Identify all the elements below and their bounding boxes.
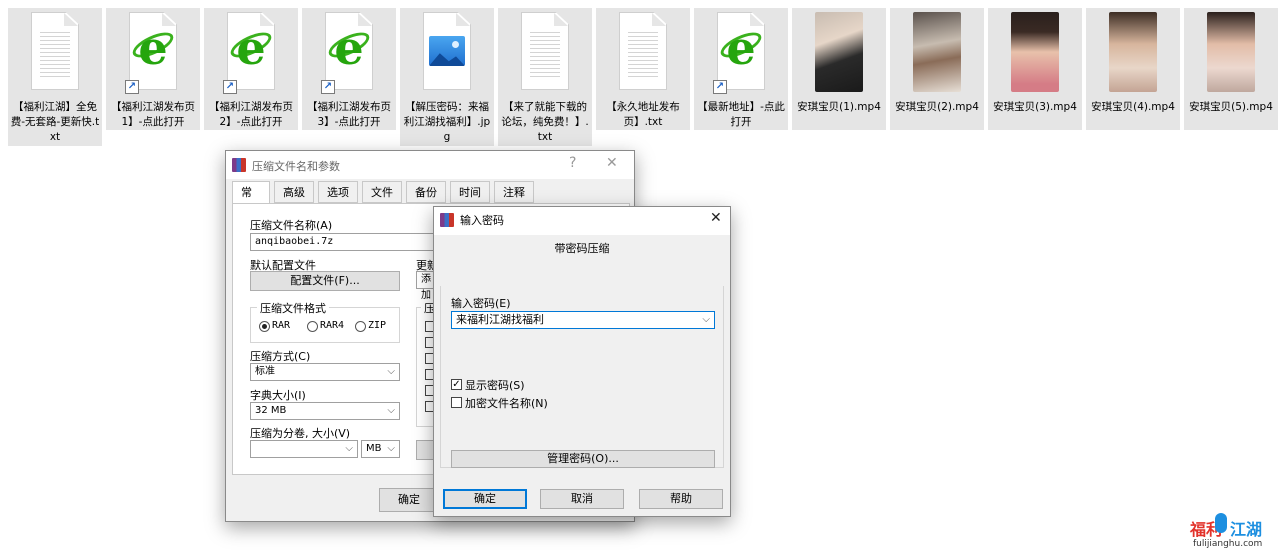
file-item[interactable]: 【永久地址发布页】.txt bbox=[596, 8, 690, 130]
tab-comment[interactable]: 注释 bbox=[494, 181, 534, 203]
ie-shortcut-icon: e ↗ bbox=[321, 12, 373, 94]
file-item[interactable]: 安琪宝贝(4).mp4 bbox=[1086, 8, 1180, 130]
file-item[interactable]: 安琪宝贝(3).mp4 bbox=[988, 8, 1082, 130]
method-value: 标准 bbox=[255, 366, 275, 377]
archive-name-field[interactable]: anqibaobei.7z bbox=[250, 233, 450, 251]
radio-rar4[interactable] bbox=[307, 321, 318, 332]
ie-shortcut-icon: e ↗ bbox=[223, 12, 275, 94]
ok-button[interactable]: 确定 bbox=[443, 489, 527, 509]
profiles-button[interactable]: 配置文件(F)... bbox=[250, 271, 400, 291]
cancel-button[interactable]: 取消 bbox=[540, 489, 624, 509]
split-unit-value: MB bbox=[366, 443, 382, 454]
file-item[interactable]: e ↗ 【福利江湖发布页3】-点此打开 bbox=[302, 8, 396, 130]
video-thumbnail bbox=[913, 12, 961, 92]
file-name: 【福利江湖发布页2】-点此打开 bbox=[209, 101, 293, 128]
dict-select[interactable]: 32 MB ⌵ bbox=[250, 402, 400, 420]
file-item[interactable]: 安琪宝贝(5).mp4 bbox=[1184, 8, 1278, 130]
tab-general[interactable]: 常规 bbox=[232, 181, 270, 221]
tab-advanced[interactable]: 高级 bbox=[274, 181, 314, 203]
format-group: 压缩文件格式 RAR RAR4 ZIP bbox=[250, 300, 400, 343]
radio-zip[interactable] bbox=[355, 321, 366, 332]
chevron-down-icon: ⌵ bbox=[387, 405, 395, 416]
file-name: 【解压密码：来福利江湖找福利】.jpg bbox=[403, 101, 491, 143]
file-name: 【来了就能下载的论坛，纯免费！】.txt bbox=[501, 101, 589, 143]
mouse-icon bbox=[1215, 513, 1227, 533]
password-value: 来福利江湖找福利 bbox=[456, 313, 544, 326]
ok-button[interactable]: 确定 bbox=[379, 488, 439, 512]
title-bar: 压缩文件名和参数 ? ✕ bbox=[226, 151, 634, 179]
tab-options[interactable]: 选项 bbox=[318, 181, 358, 203]
close-icon[interactable]: ✕ bbox=[710, 210, 722, 226]
file-name: 安琪宝贝(1).mp4 bbox=[797, 101, 881, 113]
format-group-title: 压缩文件格式 bbox=[257, 300, 329, 316]
split-label: 压缩为分卷, 大小(V) bbox=[250, 427, 351, 440]
dict-value: 32 MB bbox=[255, 405, 287, 416]
chevron-down-icon: ⌵ bbox=[387, 443, 395, 454]
tab-backup[interactable]: 备份 bbox=[406, 181, 446, 203]
winrar-icon bbox=[440, 213, 454, 227]
help-icon[interactable]: ? bbox=[569, 155, 576, 171]
text-file-icon bbox=[619, 12, 667, 92]
password-dialog: 输入密码 ✕ 带密码压缩 输入密码(E) 来福利江湖找福利 ⌵ ✓ 显示密码(S)… bbox=[433, 206, 731, 517]
file-name: 安琪宝贝(4).mp4 bbox=[1091, 101, 1175, 113]
image-file-icon bbox=[423, 12, 471, 92]
chevron-down-icon: ⌵ bbox=[387, 366, 395, 377]
encrypt-names-label: 加密文件名称(N) bbox=[465, 397, 548, 410]
file-list: 【福利江湖】全免费-无套路-更新快.txt e ↗ 【福利江湖发布页1】-点此打开… bbox=[8, 8, 1278, 148]
dialog-heading: 带密码压缩 bbox=[554, 242, 610, 255]
archive-name-label: 压缩文件名称(A) bbox=[250, 219, 333, 232]
text-file-icon bbox=[31, 12, 79, 92]
password-label: 输入密码(E) bbox=[451, 297, 511, 310]
encrypt-names-checkbox[interactable] bbox=[451, 397, 462, 408]
file-name: 安琪宝贝(5).mp4 bbox=[1189, 101, 1273, 113]
radio-rar[interactable] bbox=[259, 321, 270, 332]
dialog-title: 输入密码 bbox=[460, 214, 504, 227]
video-thumbnail bbox=[815, 12, 863, 92]
password-input[interactable]: 来福利江湖找福利 ⌵ bbox=[451, 311, 715, 329]
radio-zip-label: ZIP bbox=[368, 320, 387, 331]
video-thumbnail bbox=[1109, 12, 1157, 92]
tab-files[interactable]: 文件 bbox=[362, 181, 402, 203]
file-name: 安琪宝贝(2).mp4 bbox=[895, 101, 979, 113]
show-password-label: 显示密码(S) bbox=[465, 379, 525, 392]
winrar-icon bbox=[232, 158, 246, 172]
radio-rar4-label: RAR4 bbox=[320, 320, 345, 331]
method-select[interactable]: 标准 ⌵ bbox=[250, 363, 400, 381]
video-thumbnail bbox=[1011, 12, 1059, 92]
file-item[interactable]: 【来了就能下载的论坛，纯免费！】.txt bbox=[498, 8, 592, 146]
file-item[interactable]: e ↗ 【福利江湖发布页1】-点此打开 bbox=[106, 8, 200, 130]
file-item[interactable]: e ↗ 【最新地址】-点此打开 bbox=[694, 8, 788, 130]
file-item[interactable]: e ↗ 【福利江湖发布页2】-点此打开 bbox=[204, 8, 298, 130]
file-name: 安琪宝贝(3).mp4 bbox=[993, 101, 1077, 113]
file-item[interactable]: 【福利江湖】全免费-无套路-更新快.txt bbox=[8, 8, 102, 146]
file-name: 【最新地址】-点此打开 bbox=[697, 101, 785, 128]
file-item[interactable]: 【解压密码：来福利江湖找福利】.jpg bbox=[400, 8, 494, 146]
watermark-logo-part2: 江湖 bbox=[1230, 520, 1263, 539]
method-label: 压缩方式(C) bbox=[250, 350, 311, 363]
text-file-icon bbox=[521, 12, 569, 92]
file-item[interactable]: 安琪宝贝(2).mp4 bbox=[890, 8, 984, 130]
file-item[interactable]: 安琪宝贝(1).mp4 bbox=[792, 8, 886, 130]
chevron-down-icon: ⌵ bbox=[345, 443, 353, 454]
ie-shortcut-icon: e ↗ bbox=[713, 12, 765, 94]
video-thumbnail bbox=[1207, 12, 1255, 92]
file-name: 【永久地址发布页】.txt bbox=[606, 101, 680, 128]
dict-label: 字典大小(I) bbox=[250, 389, 306, 402]
title-bar: 输入密码 ✕ bbox=[434, 207, 730, 235]
split-size-select[interactable]: ⌵ bbox=[250, 440, 358, 458]
dialog-title: 压缩文件名和参数 bbox=[252, 160, 340, 173]
file-name: 【福利江湖发布页3】-点此打开 bbox=[307, 101, 391, 128]
close-icon[interactable]: ✕ bbox=[606, 155, 618, 171]
file-name: 【福利江湖】全免费-无套路-更新快.txt bbox=[10, 101, 100, 143]
manage-passwords-button[interactable]: 管理密码(O)... bbox=[451, 450, 715, 468]
watermark-url: fulijianghu.com bbox=[1193, 539, 1263, 549]
tab-time[interactable]: 时间 bbox=[450, 181, 490, 203]
split-unit-select[interactable]: MB ⌵ bbox=[361, 440, 400, 458]
ie-shortcut-icon: e ↗ bbox=[125, 12, 177, 94]
show-password-checkbox[interactable]: ✓ bbox=[451, 379, 462, 390]
chevron-down-icon: ⌵ bbox=[702, 314, 710, 325]
file-name: 【福利江湖发布页1】-点此打开 bbox=[111, 101, 195, 128]
radio-rar-label: RAR bbox=[272, 320, 291, 331]
help-button[interactable]: 帮助 bbox=[639, 489, 723, 509]
